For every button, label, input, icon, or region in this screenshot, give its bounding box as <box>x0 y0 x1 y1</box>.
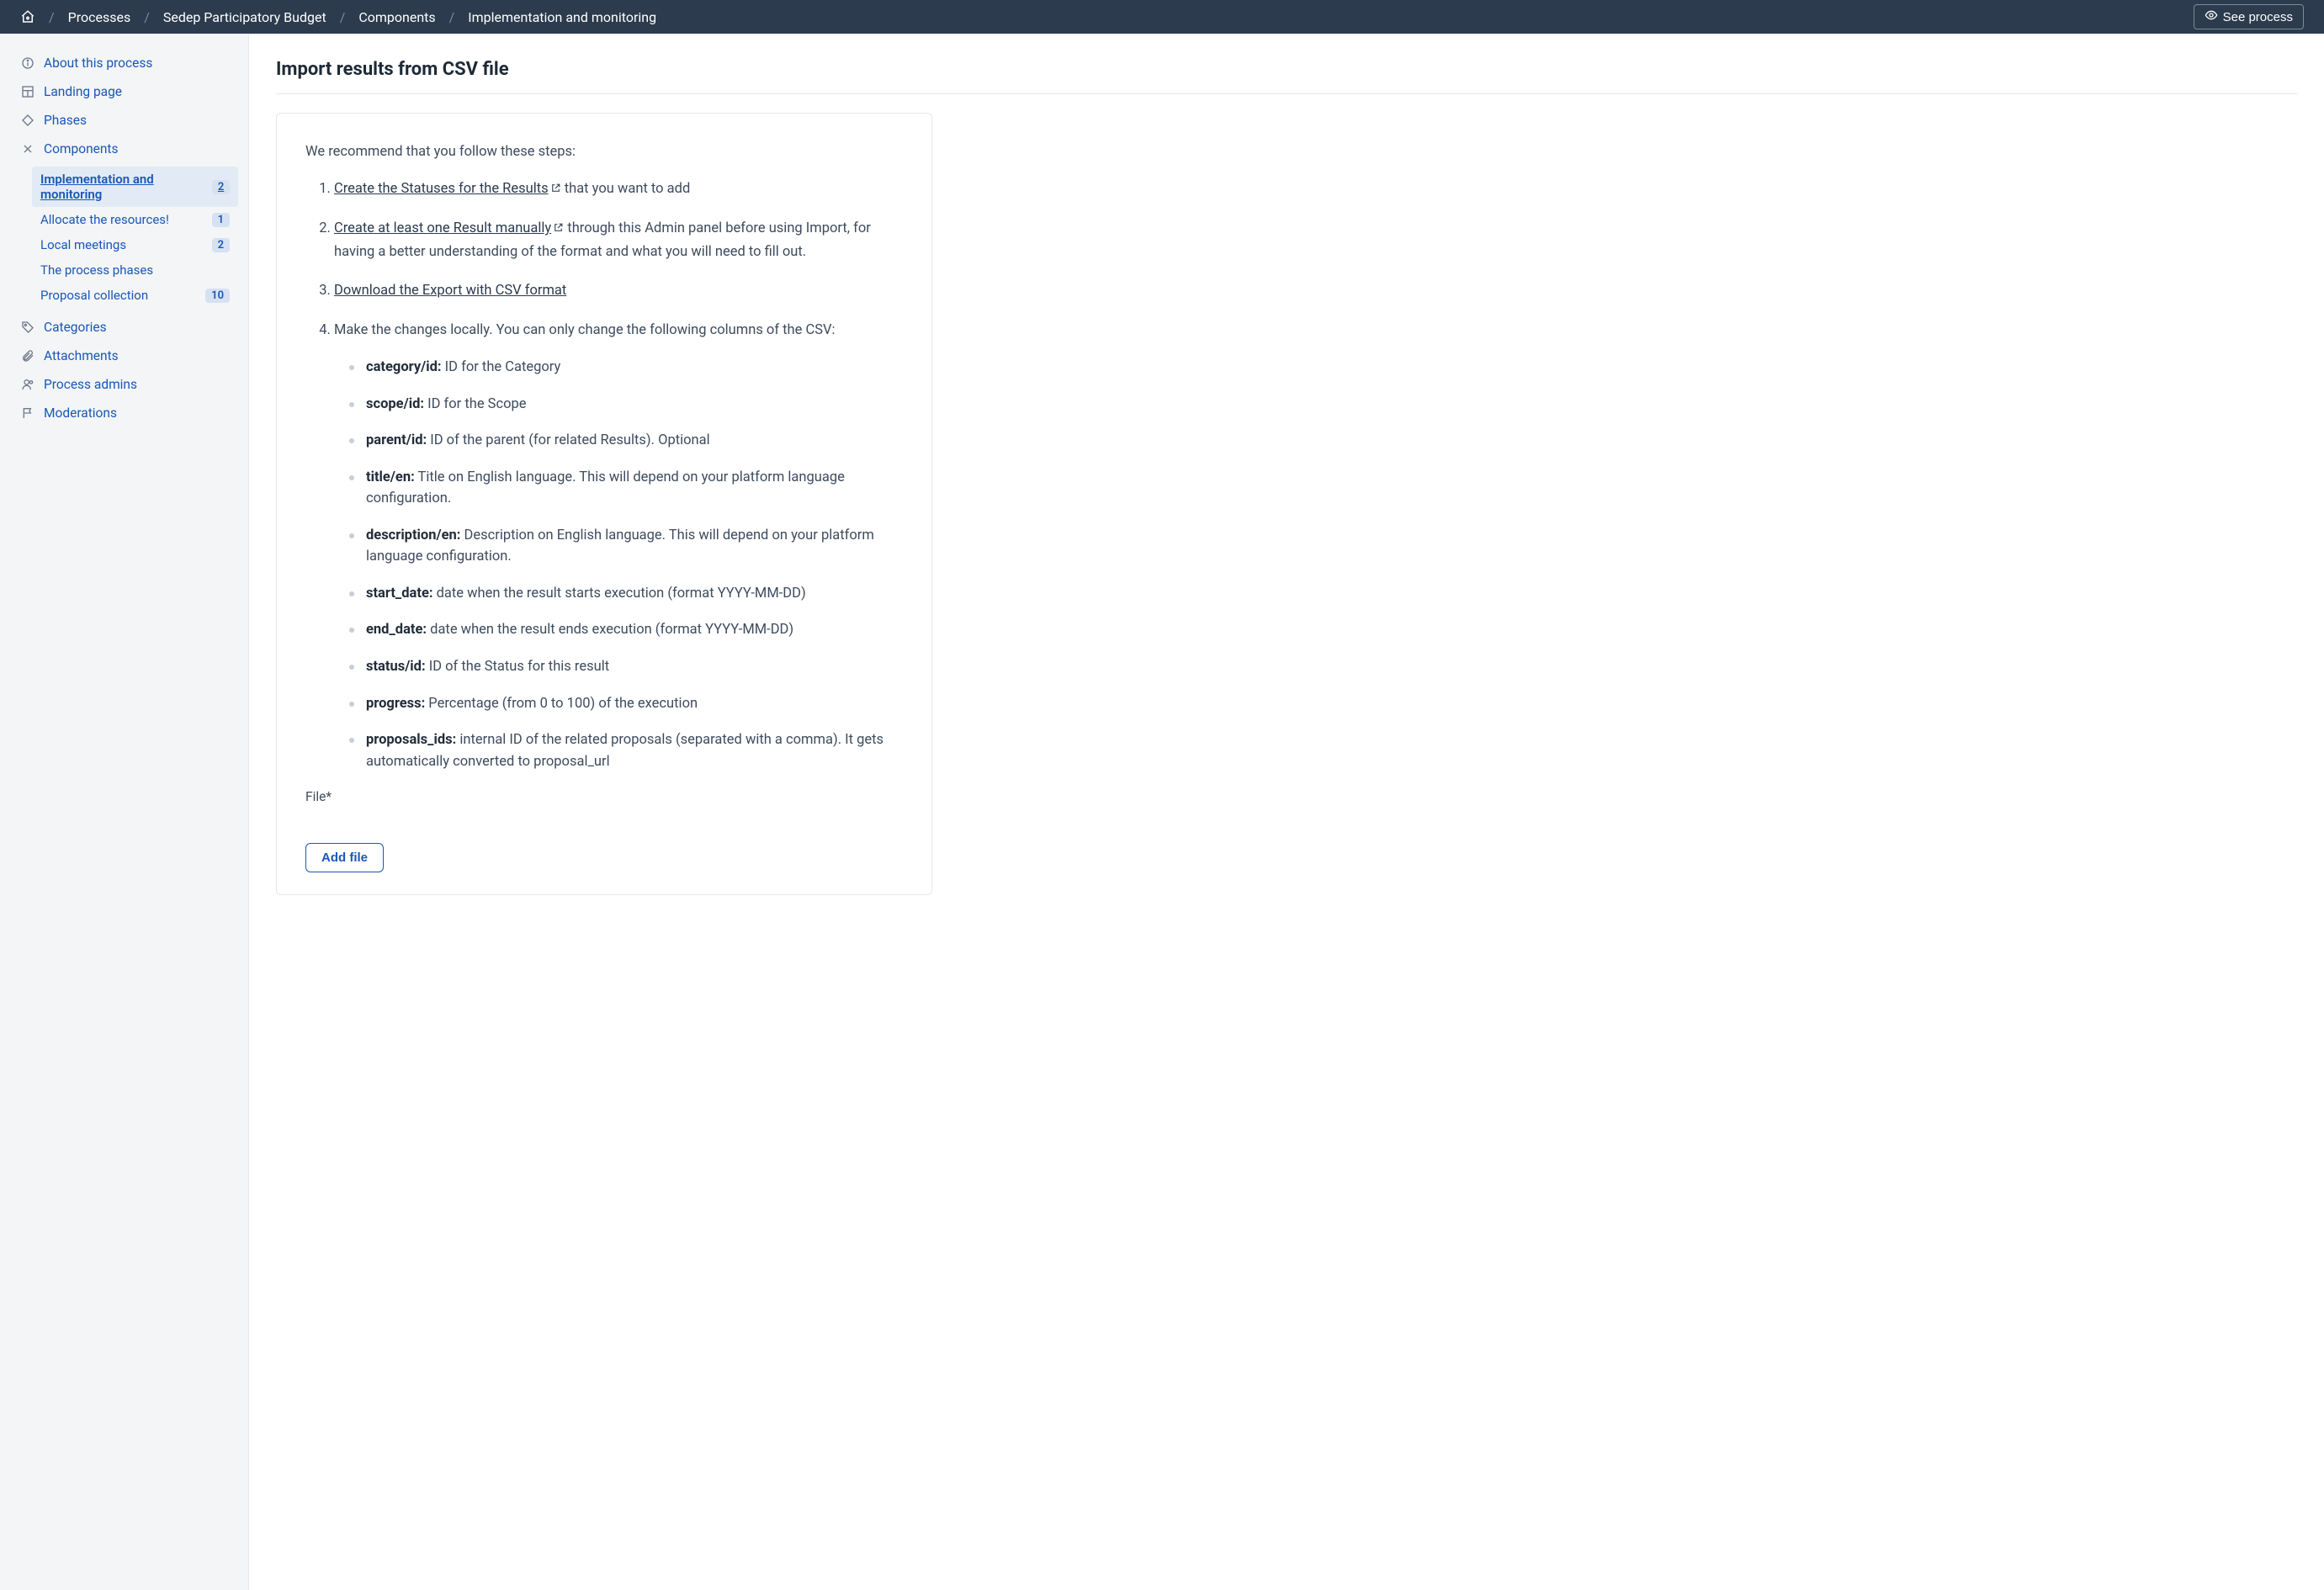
add-file-button[interactable]: Add file <box>305 843 384 872</box>
field-progress: progress: Percentage (from 0 to 100) of … <box>346 693 903 715</box>
sub-item-label: Implementation and monitoring <box>40 172 212 202</box>
sidebar-item-phases[interactable]: Phases <box>17 106 238 135</box>
breadcrumb: / Processes / Sedep Participatory Budget… <box>20 9 656 25</box>
see-process-label: See process <box>2223 10 2293 24</box>
sidebar-item-label: Categories <box>44 320 107 335</box>
step-2: Create at least one Result manually thro… <box>334 218 903 263</box>
fields-list: category/id: ID for the Category scope/i… <box>334 357 903 772</box>
sub-item-label: The process phases <box>40 262 153 278</box>
field-category: category/id: ID for the Category <box>346 357 903 379</box>
breadcrumb-current[interactable]: Implementation and monitoring <box>468 9 656 25</box>
sub-item-allocate[interactable]: Allocate the resources! 1 <box>32 207 238 232</box>
file-label: File* <box>305 789 903 804</box>
flag-icon <box>20 406 35 420</box>
eye-icon <box>2205 8 2218 25</box>
sidebar-item-label: Attachments <box>44 348 119 363</box>
sidebar-item-components[interactable]: Components <box>17 135 238 163</box>
components-sub-list: Implementation and monitoring 2 Allocate… <box>32 167 238 308</box>
count-badge: 2 <box>212 238 230 252</box>
sub-item-process-phases[interactable]: The process phases <box>32 257 238 283</box>
step-4-text: Make the changes locally. You can only c… <box>334 322 836 338</box>
breadcrumb-sep: / <box>49 9 55 25</box>
sub-item-implementation[interactable]: Implementation and monitoring 2 <box>32 167 238 207</box>
steps-list: Create the Statuses for the Results that… <box>305 178 903 772</box>
diamond-icon <box>20 114 35 127</box>
sidebar-item-landing[interactable]: Landing page <box>17 77 238 106</box>
sidebar-item-moderations[interactable]: Moderations <box>17 399 238 427</box>
step-2-link[interactable]: Create at least one Result manually <box>334 220 551 236</box>
breadcrumb-components[interactable]: Components <box>358 9 435 25</box>
sidebar-item-about[interactable]: About this process <box>17 49 238 77</box>
sidebar-item-label: Moderations <box>44 405 117 421</box>
breadcrumb-sep: / <box>144 9 150 25</box>
sidebar-item-label: Components <box>44 141 118 156</box>
tools-icon <box>20 142 35 156</box>
step-1-link[interactable]: Create the Statuses for the Results <box>334 181 549 197</box>
see-process-button[interactable]: See process <box>2194 4 2304 29</box>
page-title: Import results from CSV file <box>276 59 2297 94</box>
sidebar-item-label: Phases <box>44 113 87 128</box>
tag-icon <box>20 321 35 334</box>
sidebar-item-label: Process admins <box>44 377 137 392</box>
breadcrumb-sep: / <box>340 9 346 25</box>
field-end-date: end_date: date when the result ends exec… <box>346 619 903 641</box>
step-3: Download the Export with CSV format <box>334 280 903 302</box>
step-3-link[interactable]: Download the Export with CSV format <box>334 283 566 299</box>
sub-item-label: Proposal collection <box>40 288 148 303</box>
step-1-tail: that you want to add <box>561 181 691 197</box>
count-badge: 10 <box>205 289 230 303</box>
field-scope: scope/id: ID for the Scope <box>346 394 903 416</box>
field-title: title/en: Title on English language. Thi… <box>346 467 903 510</box>
sidebar-item-label: About this process <box>44 56 152 71</box>
sidebar: About this process Landing page Phases C… <box>0 34 249 1590</box>
clip-icon <box>20 349 35 363</box>
count-badge: 1 <box>212 213 230 227</box>
user-icon <box>20 378 35 391</box>
sub-item-meetings[interactable]: Local meetings 2 <box>32 232 238 257</box>
sidebar-item-process-admins[interactable]: Process admins <box>17 370 238 399</box>
sidebar-item-categories[interactable]: Categories <box>17 313 238 342</box>
external-link-icon <box>550 179 561 201</box>
intro-text: We recommend that you follow these steps… <box>305 144 903 160</box>
topbar: / Processes / Sedep Participatory Budget… <box>0 0 2324 34</box>
sidebar-item-attachments[interactable]: Attachments <box>17 342 238 370</box>
sub-item-proposal-collection[interactable]: Proposal collection 10 <box>32 283 238 308</box>
field-status: status/id: ID of the Status for this res… <box>346 656 903 678</box>
field-proposals-ids: proposals_ids: internal ID of the relate… <box>346 729 903 772</box>
import-panel: We recommend that you follow these steps… <box>276 113 932 895</box>
main-content: Import results from CSV file We recommen… <box>249 34 2324 1590</box>
sub-item-label: Allocate the resources! <box>40 212 169 227</box>
external-link-icon <box>553 219 564 241</box>
breadcrumb-processes[interactable]: Processes <box>68 9 131 25</box>
field-parent: parent/id: ID of the parent (for related… <box>346 430 903 452</box>
field-description: description/en: Description on English l… <box>346 525 903 568</box>
breadcrumb-process-name[interactable]: Sedep Participatory Budget <box>163 9 326 25</box>
info-icon <box>20 56 35 70</box>
sub-item-label: Local meetings <box>40 237 126 252</box>
step-1: Create the Statuses for the Results that… <box>334 178 903 201</box>
field-start-date: start_date: date when the result starts … <box>346 583 903 605</box>
count-badge: 2 <box>212 180 230 194</box>
breadcrumb-sep: / <box>449 9 455 25</box>
grid-icon <box>20 85 35 98</box>
sidebar-item-label: Landing page <box>44 84 122 99</box>
home-icon[interactable] <box>20 9 35 24</box>
step-4: Make the changes locally. You can only c… <box>334 320 903 773</box>
